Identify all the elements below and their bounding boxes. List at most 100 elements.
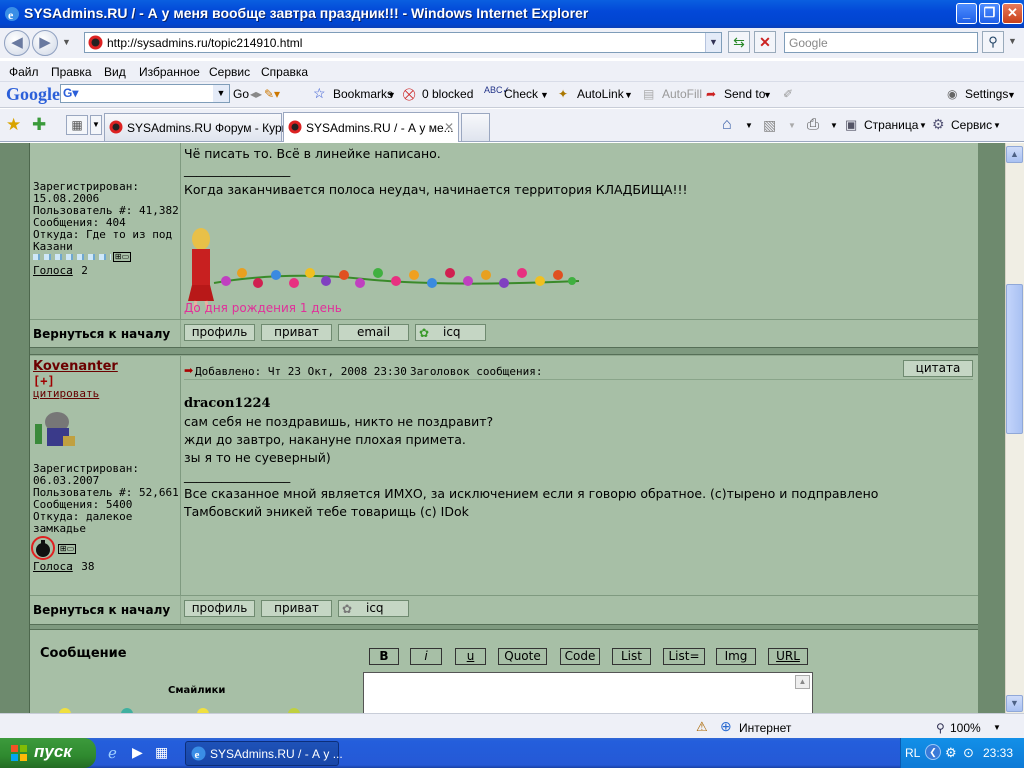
list-tag-button[interactable]: List (612, 648, 651, 665)
google-logo[interactable]: Google (6, 84, 60, 105)
check-dropdown-icon[interactable]: ▼ (540, 90, 549, 100)
post2-add-button[interactable]: [+] (33, 374, 55, 388)
page-menu[interactable]: Страница (864, 118, 918, 132)
page-dropdown-icon[interactable]: ▼ (919, 121, 927, 130)
scroll-thumb[interactable] (1006, 284, 1023, 434)
add-favorite-icon[interactable]: ✚ (32, 115, 46, 135)
autolink-dropdown-icon[interactable]: ▼ (624, 90, 633, 100)
volume-icon[interactable]: ⊙ (963, 745, 974, 761)
quote-tag-button[interactable]: Quote (498, 648, 547, 665)
address-bar[interactable]: http://sysadmins.ru/topic214910.html ▼ (84, 32, 722, 53)
search-options-icon[interactable]: ▼ (1008, 36, 1017, 46)
expand-icon[interactable]: ⊞▭ (58, 544, 76, 554)
autofill-button[interactable]: AutoFill (662, 87, 702, 101)
tab-current[interactable]: SYSAdmins.RU / - А у ме... ✕ (283, 112, 459, 142)
post2-icq-button[interactable]: ✿ icq (338, 600, 409, 617)
google-go-button[interactable]: Go (233, 87, 249, 101)
address-dropdown-icon[interactable]: ▼ (705, 33, 721, 52)
new-tab-button[interactable] (461, 113, 490, 141)
highlighter-icon[interactable]: ✐ (783, 87, 793, 101)
menu-edit[interactable]: Правка (51, 65, 92, 79)
tab-list-dropdown-icon[interactable]: ▼ (90, 115, 102, 135)
show-desktop-icon[interactable]: ▦ (155, 744, 168, 761)
bookmarks-dropdown-icon[interactable]: ▼ (387, 90, 396, 100)
sendto-dropdown-icon[interactable]: ▼ (763, 90, 772, 100)
favorites-star-icon[interactable]: ★ (6, 115, 21, 135)
post2-profile-button[interactable]: профиль (184, 600, 255, 617)
post2-username[interactable]: Kovenanter (33, 359, 118, 374)
search-box[interactable]: Google (784, 32, 978, 53)
img-tag-button[interactable]: Img (716, 648, 756, 665)
home-dropdown-icon[interactable]: ▼ (745, 121, 753, 130)
forward-button[interactable]: ▶ (32, 30, 58, 56)
menu-view[interactable]: Вид (104, 65, 126, 79)
textarea-scroll-up-icon[interactable]: ▲ (795, 675, 810, 689)
minimize-button[interactable]: _ (956, 3, 977, 24)
tab-close-icon[interactable]: ✕ (444, 120, 454, 134)
post2-cite-link[interactable]: цитировать (33, 388, 99, 400)
quote-button[interactable]: цитата (903, 360, 973, 377)
settings-dropdown-icon[interactable]: ▼ (1007, 90, 1016, 100)
show-hidden-icons-icon[interactable]: ❮ (925, 744, 941, 760)
taskbar-ie-window[interactable]: e SYSAdmins.RU / - А у ... (185, 741, 343, 766)
bookmarks-button[interactable]: Bookmarks (333, 87, 393, 101)
home-icon[interactable]: ⌂ (722, 116, 732, 134)
start-button[interactable]: пуск (0, 738, 96, 768)
zoom-level[interactable]: 100% (950, 721, 981, 735)
media-player-icon[interactable]: ▶ (132, 744, 143, 761)
post1-icq-button[interactable]: ✿ icq (415, 324, 486, 341)
italic-button[interactable]: i (410, 648, 442, 665)
network-icon[interactable]: ⚙ (945, 745, 957, 761)
post2-back-to-top[interactable]: Вернуться к началу (33, 603, 170, 617)
puzzle-icon[interactable]: ✎▾ (264, 87, 280, 101)
post1-profile-button[interactable]: профиль (184, 324, 255, 341)
back-button[interactable]: ◀ (4, 30, 30, 56)
underline-button[interactable]: u (455, 648, 486, 665)
check-button[interactable]: Check (504, 87, 538, 101)
scroll-up-icon[interactable]: ▲ (1006, 146, 1023, 163)
ordered-list-button[interactable]: List= (663, 648, 705, 665)
arrows-icon[interactable]: ◂▸ (250, 87, 262, 101)
feeds-icon[interactable]: ▧ (763, 117, 776, 134)
stop-icon[interactable]: ✕ (754, 31, 776, 53)
google-search-input[interactable]: G▾ ▼ (60, 84, 230, 103)
code-tag-button[interactable]: Code (560, 648, 600, 665)
menu-tools[interactable]: Сервис (209, 65, 250, 79)
ie-quicklaunch-icon[interactable]: ℯ (108, 744, 117, 762)
history-dropdown-icon[interactable]: ▼ (62, 37, 71, 47)
message-textarea[interactable]: ▲ (363, 672, 813, 713)
tab-forum[interactable]: SYSAdmins.RU Форум - Кури... (104, 113, 298, 141)
feeds-dropdown-icon[interactable]: ▼ (788, 121, 796, 130)
quick-tabs-icon[interactable]: ▦ (66, 115, 88, 135)
bold-button[interactable]: B (369, 648, 399, 665)
url-tag-button[interactable]: URL (768, 648, 808, 665)
scroll-down-icon[interactable]: ▼ (1006, 695, 1023, 712)
tools-menu[interactable]: Сервис (951, 118, 992, 132)
menu-help[interactable]: Справка (261, 65, 308, 79)
clock[interactable]: 23:33 (983, 746, 1013, 760)
url-text[interactable]: http://sysadmins.ru/topic214910.html (107, 36, 302, 50)
zoom-dropdown-icon[interactable]: ▼ (993, 723, 1001, 732)
menu-file[interactable]: Файл (9, 65, 39, 79)
print-icon[interactable]: ⎙ (807, 116, 819, 133)
settings-button[interactable]: Settings (965, 87, 1008, 101)
post1-pm-button[interactable]: приват (261, 324, 332, 341)
autolink-button[interactable]: AutoLink (577, 87, 624, 101)
google-history-dropdown-icon[interactable]: ▼ (213, 85, 229, 102)
tools-dropdown-icon[interactable]: ▼ (993, 121, 1001, 130)
maximize-button[interactable]: ❐ (979, 3, 1000, 24)
post1-email-button[interactable]: email (338, 324, 409, 341)
language-indicator[interactable]: RL (905, 746, 920, 760)
menu-favorites[interactable]: Избранное (139, 65, 200, 79)
post2-pm-button[interactable]: приват (261, 600, 332, 617)
expand-icon[interactable]: ⊞▭ (113, 252, 131, 262)
blocked-count[interactable]: 0 blocked (422, 87, 473, 101)
post1-back-to-top[interactable]: Вернуться к началу (33, 327, 170, 341)
search-icon[interactable]: ⚲ (982, 31, 1004, 53)
refresh-icon[interactable]: ⇆ (728, 31, 750, 53)
post1-votes-link[interactable]: Голоса (33, 265, 73, 277)
post2-votes-link[interactable]: Голоса (33, 561, 73, 573)
print-dropdown-icon[interactable]: ▼ (830, 121, 838, 130)
close-button[interactable]: ✕ (1002, 3, 1023, 24)
sendto-button[interactable]: Send to (724, 87, 765, 101)
